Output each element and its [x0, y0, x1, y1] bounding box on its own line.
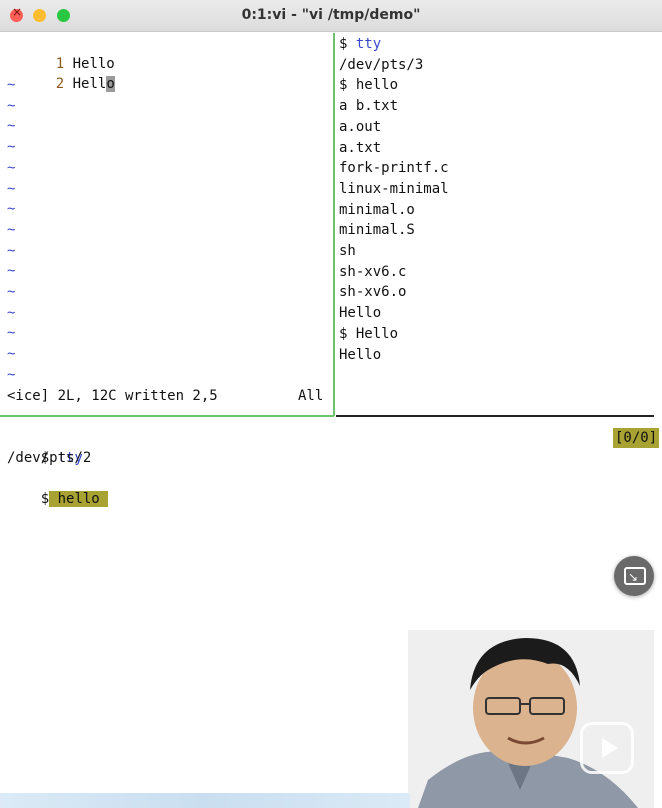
shell-output: a.out — [339, 118, 382, 135]
vim-empty-line-tilde: ~ — [7, 325, 16, 342]
pip-arrow-icon: ↘ — [628, 570, 639, 584]
play-icon[interactable] — [580, 722, 634, 774]
shell-output: a.txt — [339, 139, 382, 156]
pane-divider-horizontal-right[interactable] — [336, 415, 654, 417]
shell-output: sh-xv6.o — [339, 284, 407, 301]
shell-output: sh — [339, 243, 356, 259]
shell-prompt: $ — [339, 36, 356, 52]
line-text: Hell — [72, 76, 107, 92]
vim-empty-line-tilde: ~ — [7, 180, 16, 197]
shell-output: /dev/pts/3 — [339, 56, 424, 73]
shell-output: linux-minimal — [339, 180, 449, 197]
shell-output: Hello — [339, 305, 382, 322]
vim-line-2: 2 Hello — [22, 54, 115, 92]
shell-line: $ tty — [7, 428, 83, 466]
line-number: 2 — [55, 76, 65, 92]
shell-prompt: $ — [40, 491, 50, 507]
video-progress-strip — [0, 793, 410, 808]
shell-command: Hello — [355, 325, 399, 342]
shell-line: $ tty — [339, 34, 381, 54]
vim-line-1: 1 Hello — [22, 34, 115, 72]
shell-output: minimal.o — [339, 201, 415, 218]
window-title: 0:1:vi - "vi /tmp/demo" — [241, 7, 421, 23]
vim-empty-line-tilde: ~ — [7, 366, 16, 383]
vim-empty-line-tilde: ~ — [7, 263, 16, 280]
text-cursor: o — [106, 76, 115, 92]
shell-input-line[interactable]: $ hello — [7, 469, 109, 507]
shell-output: Hello — [339, 346, 382, 363]
window-titlebar: 0:1:vi - "vi /tmp/demo" — [0, 0, 662, 32]
shell-output: minimal.S — [339, 222, 415, 239]
shell-prompt: $ — [339, 77, 356, 94]
pane-position-indicator: [0/0] — [613, 428, 660, 448]
vim-empty-line-tilde: ~ — [7, 118, 16, 135]
vim-empty-line-tilde: ~ — [7, 97, 16, 114]
shell-output: fork-printf.c — [339, 160, 449, 177]
vim-empty-line-tilde: ~ — [7, 221, 16, 238]
picture-in-picture-icon[interactable]: ↘ — [614, 556, 654, 596]
pane-divider-horizontal-left[interactable] — [0, 415, 334, 417]
vim-empty-line-tilde: ~ — [7, 284, 16, 300]
shell-command: tty — [355, 36, 382, 52]
vim-empty-line-tilde: ~ — [7, 346, 16, 363]
shell-output: sh-xv6.c — [339, 263, 407, 280]
webcam-overlay — [408, 630, 654, 808]
shell-command: hello — [355, 77, 399, 94]
vim-status-message: <ice] 2L, 12C written 2,5 — [7, 388, 218, 404]
vim-scroll-position: All — [298, 388, 324, 404]
shell-prompt: $ — [339, 325, 356, 342]
shell-input-highlighted[interactable]: hello — [49, 491, 109, 507]
vim-empty-line-tilde: ~ — [7, 159, 16, 176]
pane-divider-vertical[interactable] — [333, 33, 335, 416]
vim-empty-line-tilde: ~ — [7, 201, 16, 218]
vim-empty-line-tilde: ~ — [7, 304, 16, 321]
shell-output: a b.txt — [339, 98, 399, 115]
shell-line: $ Hello — [339, 324, 398, 344]
vim-empty-line-tilde: ~ — [7, 77, 16, 93]
vim-empty-line-tilde: ~ — [7, 242, 16, 259]
shell-output: /dev/pts/2 — [7, 450, 92, 466]
vim-empty-line-tilde: ~ — [7, 139, 16, 156]
shell-line: $ hello — [339, 75, 398, 95]
webcam-person-illustration — [408, 630, 654, 808]
